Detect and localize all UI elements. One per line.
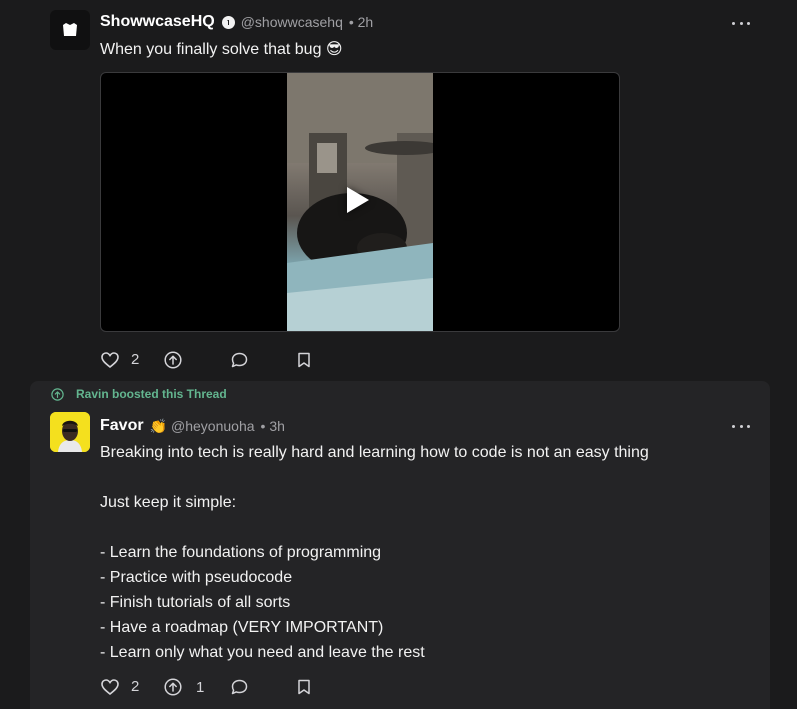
bookmark-button[interactable] xyxy=(297,352,311,368)
handle[interactable]: @heyonuoha xyxy=(171,418,255,434)
play-icon[interactable] xyxy=(347,187,369,213)
more-icon[interactable] xyxy=(732,20,750,26)
post-text: When you finally solve that bug 😎 xyxy=(100,41,343,58)
like-count: 2 xyxy=(131,678,140,695)
timestamp[interactable]: • 2h xyxy=(349,14,373,30)
handle[interactable]: @showwcasehq xyxy=(241,14,343,30)
boost-button[interactable]: 1 xyxy=(164,678,204,696)
avatar-image xyxy=(50,412,90,452)
like-count: 2 xyxy=(131,351,140,368)
comment-icon xyxy=(231,352,248,368)
boost-count: 1 xyxy=(196,678,205,696)
display-name[interactable]: ShowwcaseHQ xyxy=(100,13,215,31)
comment-icon xyxy=(231,679,248,695)
boost-icon xyxy=(164,678,182,696)
heart-icon xyxy=(101,351,119,368)
bookmark-icon xyxy=(298,352,310,368)
bookmark-button[interactable] xyxy=(297,679,311,695)
thread-post-favor: Ravin boosted this Thread Favor 👏 @heyon… xyxy=(30,381,770,709)
post-text: Breaking into tech is really hard and le… xyxy=(100,444,649,661)
timestamp[interactable]: • 3h xyxy=(261,418,285,434)
like-button[interactable]: 2 xyxy=(101,351,139,368)
comment-button[interactable] xyxy=(231,679,248,695)
video-thumbnail xyxy=(287,73,433,331)
display-name[interactable]: Favor xyxy=(100,417,144,435)
post-header: ShowwcaseHQ @showwcasehq • 2h xyxy=(100,13,373,31)
boost-button[interactable] xyxy=(164,351,182,369)
heart-icon xyxy=(101,678,119,695)
showwcase-avatar[interactable] xyxy=(50,10,90,50)
like-button[interactable]: 2 xyxy=(101,678,139,695)
verified-icon xyxy=(221,15,235,29)
showwcase-logo-icon xyxy=(63,23,77,36)
comment-button[interactable] xyxy=(231,352,248,368)
boost-icon xyxy=(51,387,64,401)
clap-emoji: 👏 xyxy=(149,417,168,434)
favor-avatar[interactable] xyxy=(50,412,90,452)
boost-indicator[interactable]: Ravin boosted this Thread xyxy=(51,387,227,401)
more-icon[interactable] xyxy=(732,423,750,429)
thread-post-showwcase: ShowwcaseHQ @showwcasehq • 2h When you f… xyxy=(0,0,797,380)
video-player[interactable] xyxy=(100,72,620,332)
post-header: Favor 👏 @heyonuoha • 3h xyxy=(100,417,285,435)
boost-icon xyxy=(164,351,182,369)
bookmark-icon xyxy=(298,679,310,695)
boost-label: Ravin boosted this Thread xyxy=(76,387,227,401)
